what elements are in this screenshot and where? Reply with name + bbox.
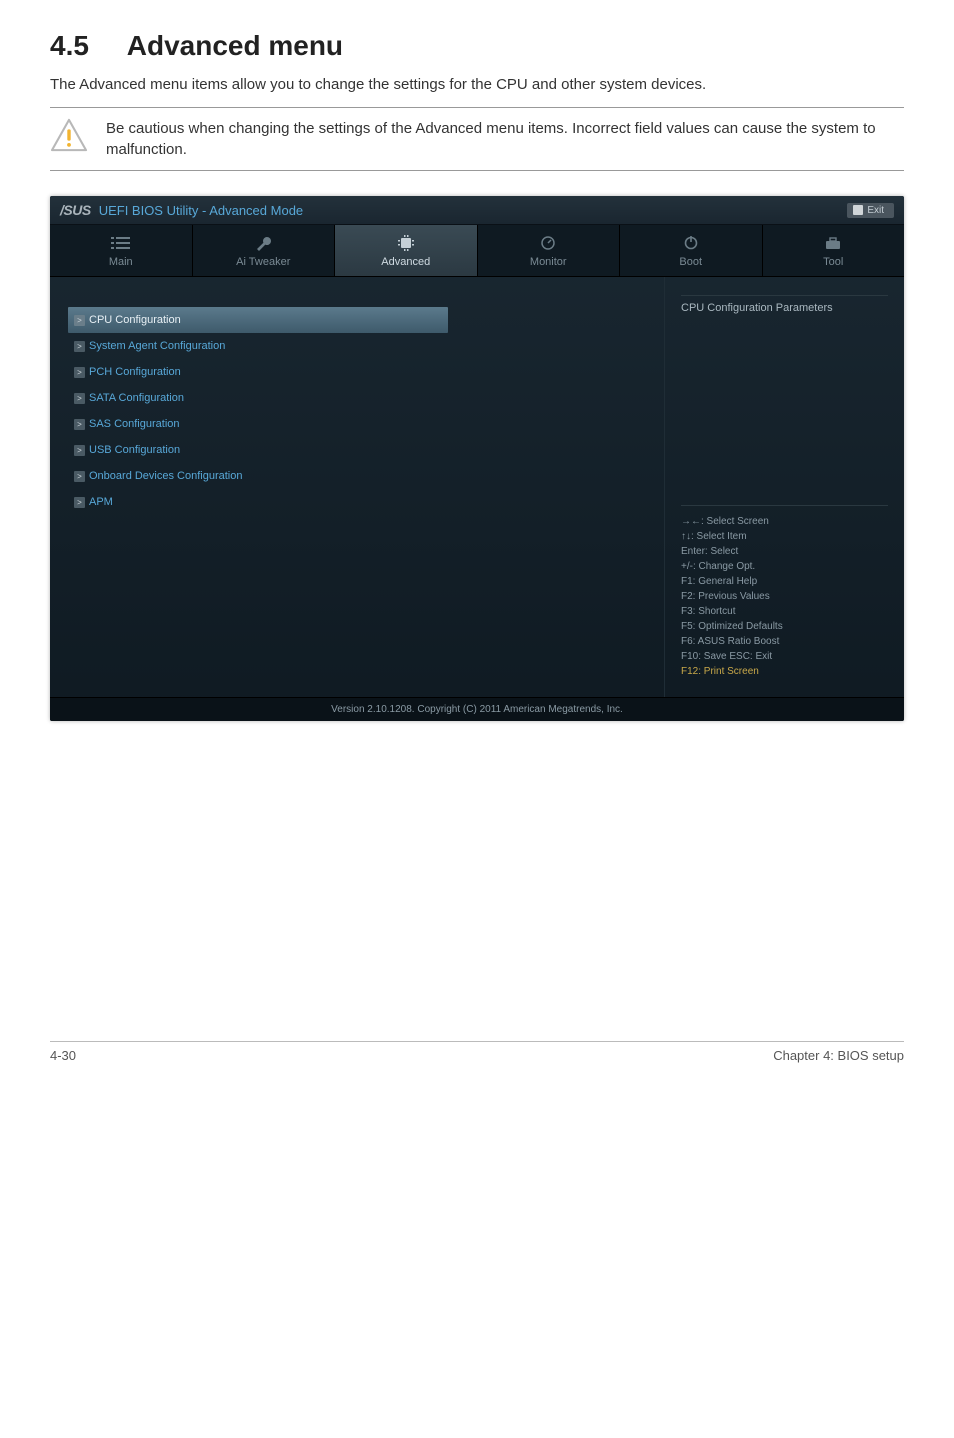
help-line: F1: General Help	[681, 574, 888, 589]
help-line: F5: Optimized Defaults	[681, 619, 888, 634]
config-item-label: SATA Configuration	[89, 392, 184, 404]
chip-icon	[396, 235, 416, 251]
help-line: F6: ASUS Ratio Boost	[681, 634, 888, 649]
help-line: +/-: Change Opt.	[681, 559, 888, 574]
sidebar-header: CPU Configuration Parameters	[681, 295, 888, 322]
chevron-right-icon: >	[74, 341, 85, 352]
monitor-icon	[538, 235, 558, 251]
bios-body: > CPU Configuration > System Agent Confi…	[50, 277, 904, 697]
intro-text: The Advanced menu items allow you to cha…	[50, 74, 904, 95]
help-line: F3: Shortcut	[681, 604, 888, 619]
config-item-pch[interactable]: > PCH Configuration	[68, 359, 646, 385]
config-item-apm[interactable]: > APM	[68, 489, 646, 515]
config-item-label: SAS Configuration	[89, 418, 180, 430]
list-icon	[111, 235, 131, 251]
tab-tool[interactable]: Tool	[763, 225, 905, 276]
toolbox-icon	[823, 235, 843, 251]
chevron-right-icon: >	[74, 471, 85, 482]
config-item-label: CPU Configuration	[89, 314, 181, 326]
tab-label: Monitor	[530, 256, 567, 268]
config-list: > CPU Configuration > System Agent Confi…	[68, 307, 646, 515]
help-line: ↑↓: Select Item	[681, 529, 888, 544]
config-item-label: Onboard Devices Configuration	[89, 470, 242, 482]
help-line: →←: Select Screen	[681, 514, 888, 529]
tab-label: Main	[109, 256, 133, 268]
config-item-label: USB Configuration	[89, 444, 180, 456]
section-heading: 4.5 Advanced menu	[50, 30, 904, 62]
config-item-cpu[interactable]: > CPU Configuration	[68, 307, 448, 333]
chevron-right-icon: >	[74, 445, 85, 456]
config-item-label: PCH Configuration	[89, 366, 181, 378]
exit-label: Exit	[867, 205, 884, 216]
config-item-onboard-devices[interactable]: > Onboard Devices Configuration	[68, 463, 646, 489]
chevron-right-icon: >	[74, 393, 85, 404]
tab-main[interactable]: Main	[50, 225, 193, 276]
config-item-system-agent[interactable]: > System Agent Configuration	[68, 333, 646, 359]
config-item-label: APM	[89, 496, 113, 508]
chevron-right-icon: >	[74, 367, 85, 378]
help-box: →←: Select Screen ↑↓: Select Item Enter:…	[681, 505, 888, 679]
chevron-right-icon: >	[74, 419, 85, 430]
help-line: Enter: Select	[681, 544, 888, 559]
asus-logo: /SUS	[60, 202, 91, 218]
tab-boot[interactable]: Boot	[620, 225, 763, 276]
bios-footer: Version 2.10.1208. Copyright (C) 2011 Am…	[50, 697, 904, 721]
chevron-right-icon: >	[74, 315, 85, 326]
help-line: F2: Previous Values	[681, 589, 888, 604]
bios-titlebar: /SUS UEFI BIOS Utility - Advanced Mode E…	[50, 196, 904, 225]
bios-sidebar: CPU Configuration Parameters →←: Select …	[664, 277, 904, 697]
chevron-right-icon: >	[74, 497, 85, 508]
tab-label: Boot	[679, 256, 702, 268]
config-item-usb[interactable]: > USB Configuration	[68, 437, 646, 463]
tab-label: Ai Tweaker	[236, 256, 290, 268]
exit-button[interactable]: Exit	[847, 203, 894, 218]
tab-advanced[interactable]: Advanced	[335, 225, 478, 276]
tab-monitor[interactable]: Monitor	[478, 225, 621, 276]
bios-main-panel: > CPU Configuration > System Agent Confi…	[50, 277, 664, 697]
caution-box: Be cautious when changing the settings o…	[50, 107, 904, 171]
caution-icon	[50, 118, 88, 152]
power-icon	[681, 235, 701, 251]
wrench-icon	[253, 235, 273, 251]
tab-label: Tool	[823, 256, 843, 268]
caution-text: Be cautious when changing the settings o…	[106, 118, 904, 160]
bios-logo-area: /SUS UEFI BIOS Utility - Advanced Mode	[60, 202, 303, 218]
page-number: 4-30	[50, 1048, 76, 1063]
chapter-label: Chapter 4: BIOS setup	[773, 1048, 904, 1063]
config-item-label: System Agent Configuration	[89, 340, 225, 352]
bios-tabs: Main Ai Tweaker Advanced Monitor Boot	[50, 225, 904, 277]
bios-title: UEFI BIOS Utility - Advanced Mode	[99, 203, 303, 218]
section-number: 4.5	[50, 30, 120, 62]
page-footer: 4-30 Chapter 4: BIOS setup	[50, 1041, 904, 1063]
config-item-sas[interactable]: > SAS Configuration	[68, 411, 646, 437]
tab-ai-tweaker[interactable]: Ai Tweaker	[193, 225, 336, 276]
bios-window: /SUS UEFI BIOS Utility - Advanced Mode E…	[50, 196, 904, 721]
section-title: Advanced menu	[127, 30, 343, 61]
help-line: F12: Print Screen	[681, 664, 888, 679]
help-line: F10: Save ESC: Exit	[681, 649, 888, 664]
config-item-sata[interactable]: > SATA Configuration	[68, 385, 646, 411]
tab-label: Advanced	[381, 256, 430, 268]
